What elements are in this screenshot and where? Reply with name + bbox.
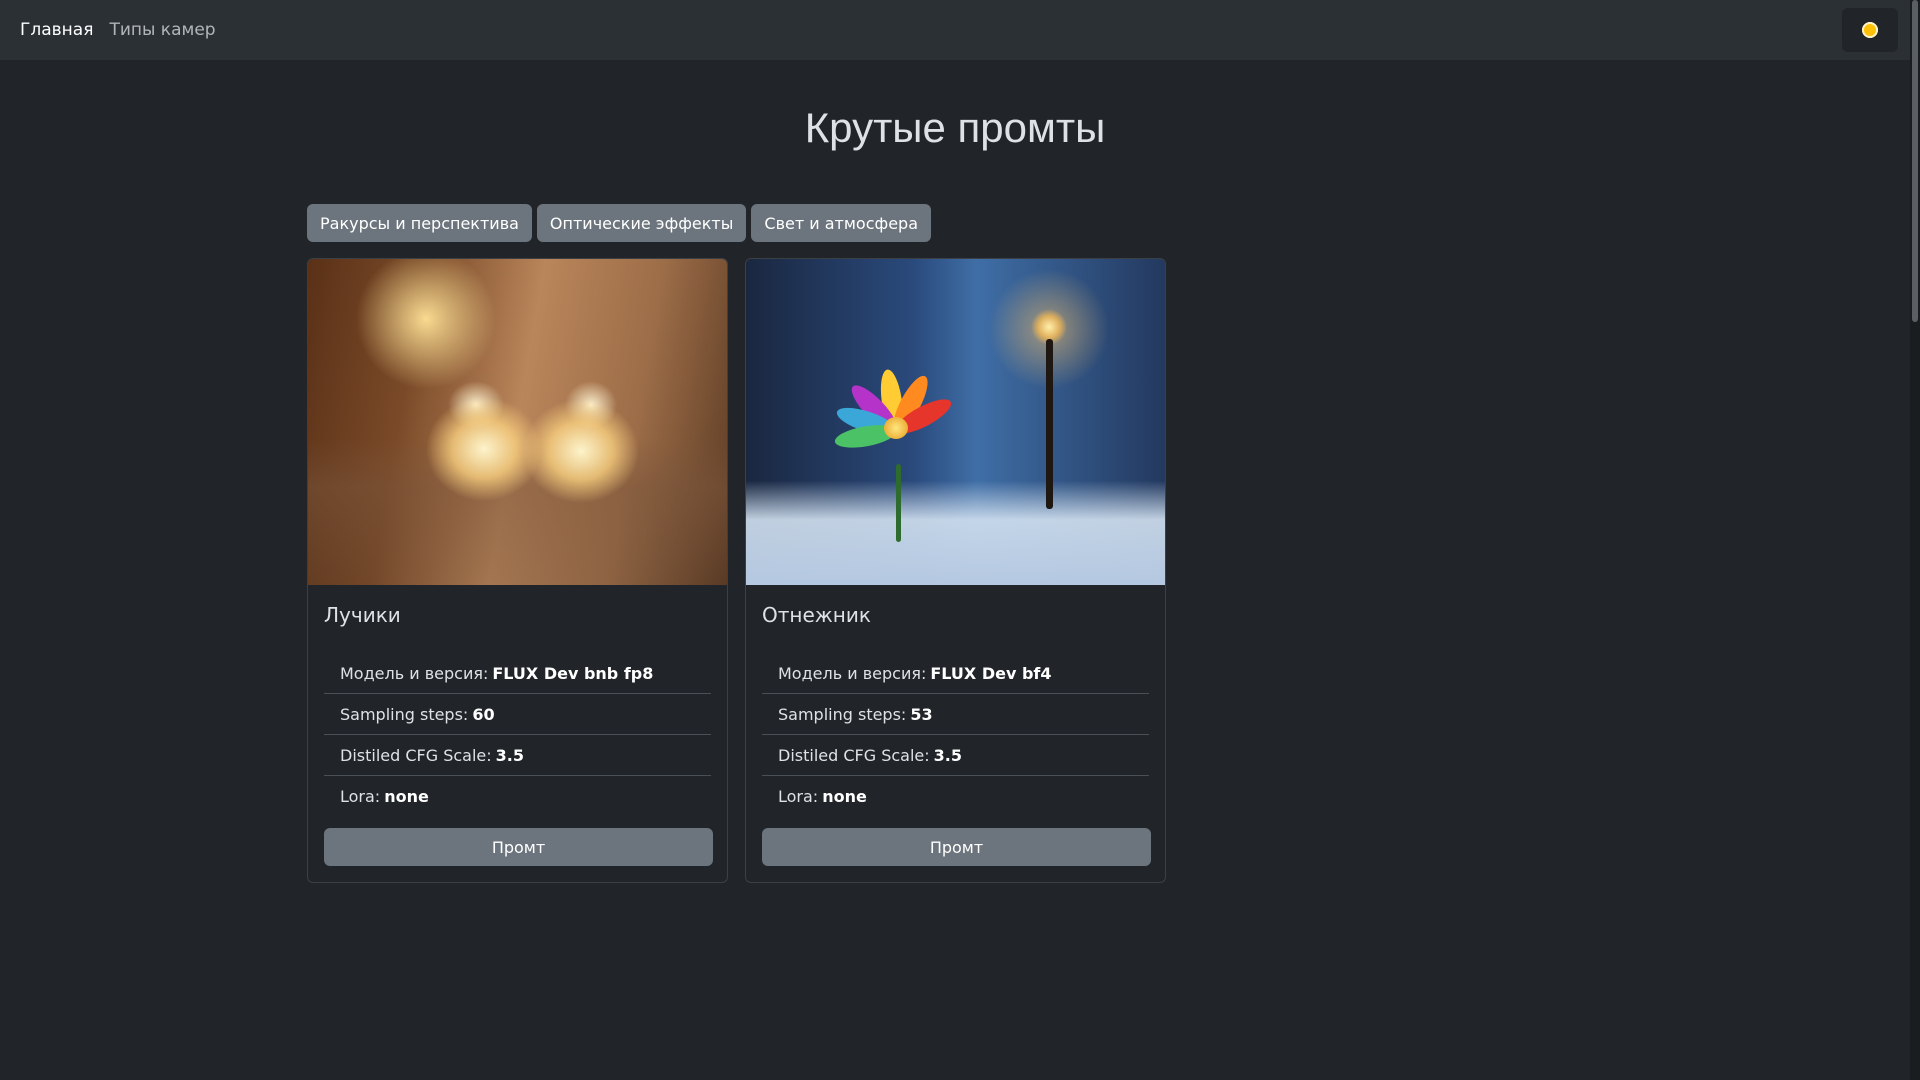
param-model: Модель и версия: FLUX Dev bf4	[762, 653, 1149, 694]
param-label: Модель и версия:	[340, 663, 489, 683]
param-lora: Lora: none	[324, 776, 711, 817]
param-label: Distiled CFG Scale:	[340, 745, 492, 765]
param-value: FLUX Dev bnb fp8	[492, 663, 654, 683]
param-value: none	[822, 787, 867, 806]
param-list: Модель и версия: FLUX Dev bnb fp8 Samplin…	[324, 653, 711, 817]
param-value: 60	[472, 704, 495, 724]
flower-center-shape	[884, 417, 908, 439]
page-title: Крутые промты	[804, 104, 1106, 151]
param-value: 3.5	[933, 745, 962, 765]
filter-angles-button[interactable]: Ракурсы и перспектива	[307, 204, 532, 242]
card-image-glowing-bunnies	[308, 259, 727, 585]
param-value: FLUX Dev bf4	[930, 663, 1052, 683]
param-sampling-steps: Sampling steps: 53	[762, 694, 1149, 735]
scrollbar-thumb[interactable]	[1912, 0, 1918, 322]
card-title: Лучики	[324, 603, 401, 627]
param-label: Модель и версия:	[778, 663, 927, 683]
nav-links: Главная Типы камер	[0, 20, 232, 40]
param-model: Модель и версия: FLUX Dev bnb fp8	[324, 653, 711, 694]
param-value: 3.5	[495, 745, 524, 765]
param-cfg-scale: Distiled CFG Scale: 3.5	[324, 735, 711, 776]
prompt-button[interactable]: Промт	[324, 828, 713, 866]
param-sampling-steps: Sampling steps: 60	[324, 694, 711, 735]
prompt-button[interactable]: Промт	[762, 828, 1151, 866]
theme-toggle-button[interactable]	[1842, 8, 1898, 52]
nav-link-home[interactable]: Главная	[20, 20, 93, 40]
param-label: Sampling steps:	[778, 704, 907, 724]
param-label: Lora:	[340, 787, 381, 806]
param-value: 53	[910, 704, 933, 724]
card-body: Лучики	[308, 585, 727, 627]
param-value: none	[384, 787, 429, 806]
card-image-snow-flower	[746, 259, 1165, 585]
filter-optical-effects-button[interactable]: Оптические эффекты	[536, 204, 747, 242]
prompt-card: Лучики Модель и версия: FLUX Dev bnb fp8 …	[307, 258, 728, 883]
param-cfg-scale: Distiled CFG Scale: 3.5	[762, 735, 1149, 776]
prompt-card: Отнежник Модель и версия: FLUX Dev bf4 Sa…	[745, 258, 1166, 883]
lamp-post-shape	[1046, 339, 1053, 509]
card-body: Отнежник	[746, 585, 1165, 627]
scrollbar[interactable]	[1910, 0, 1920, 1080]
param-label: Sampling steps:	[340, 704, 469, 724]
param-lora: Lora: none	[762, 776, 1149, 817]
param-label: Lora:	[778, 787, 819, 806]
navbar: Главная Типы камер	[0, 0, 1910, 60]
card-grid: Лучики Модель и версия: FLUX Dev bnb fp8 …	[307, 258, 1166, 883]
sun-icon	[1862, 22, 1878, 38]
nav-link-camera-types[interactable]: Типы камер	[109, 20, 215, 40]
param-list: Модель и версия: FLUX Dev bf4 Sampling st…	[762, 653, 1149, 817]
param-label: Distiled CFG Scale:	[778, 745, 930, 765]
card-title: Отнежник	[762, 603, 871, 627]
flower-stem-shape	[896, 464, 901, 542]
filter-buttons: Ракурсы и перспектива Оптические эффекты…	[307, 204, 931, 242]
filter-light-atmosphere-button[interactable]: Свет и атмосфера	[751, 204, 931, 242]
